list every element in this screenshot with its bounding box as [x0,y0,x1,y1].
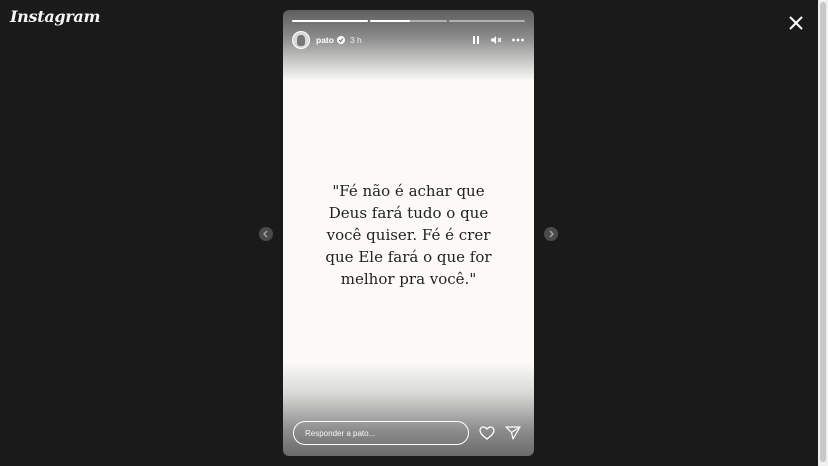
share-button[interactable] [505,426,521,440]
story-controls [471,35,525,45]
heart-icon [479,426,495,440]
story-reply-bar [293,420,524,446]
verified-badge-icon [336,36,345,44]
previous-story-button[interactable] [259,227,273,241]
instagram-logo[interactable]: Instagram [10,7,100,26]
next-story-button[interactable] [544,227,558,241]
progress-segment [292,20,369,22]
scrollbar-thumb[interactable] [820,2,826,462]
page-scrollbar[interactable] [818,0,828,466]
progress-segment [448,20,525,22]
reply-input[interactable] [293,421,469,445]
avatar[interactable] [292,31,310,49]
pause-icon[interactable] [471,35,481,45]
story-viewer[interactable]: pato 3 h "Fé não é achar que Deus fará t… [283,10,534,456]
story-progress-bar [292,20,525,22]
story-timestamp: 3 h [349,35,362,45]
progress-segment [370,20,447,22]
like-button[interactable] [479,426,495,440]
story-username[interactable]: pato [316,35,334,45]
progress-fill [292,20,369,22]
more-options-icon[interactable] [511,35,525,45]
close-icon[interactable] [785,12,807,34]
story-header: pato 3 h [292,30,525,50]
send-icon [505,426,521,440]
volume-muted-icon[interactable] [490,35,502,45]
story-quote-text: "Fé não é achar que Deus fará tudo o que… [325,182,492,288]
progress-fill [370,20,411,22]
chevron-left-icon [263,230,268,238]
chevron-right-icon [549,230,554,238]
